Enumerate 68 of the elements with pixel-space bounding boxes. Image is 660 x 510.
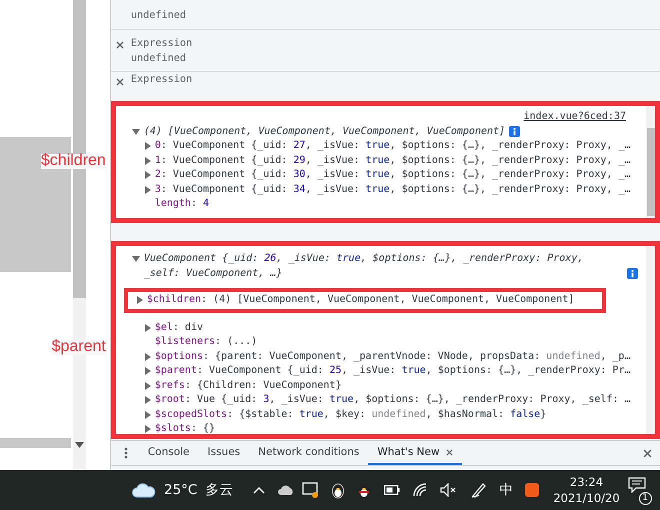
expression-value: undefined: [130, 52, 188, 64]
property-line: 2: VueComponent {_uid: 30, _isVue: true, $options: {…}, _renderProxy: Proxy, _…: [154, 168, 630, 182]
close-icon[interactable]: [446, 448, 453, 456]
expand-triangle-icon[interactable]: [144, 352, 152, 361]
battery-icon[interactable]: [384, 485, 400, 495]
wifi-icon[interactable]: [413, 483, 428, 497]
expand-triangle-icon[interactable]: [144, 382, 152, 390]
cloud-icon[interactable]: [132, 482, 156, 498]
scroll-down-icon[interactable]: [75, 442, 84, 448]
cloud-icon[interactable]: [277, 484, 296, 496]
expand-triangle-icon[interactable]: [144, 142, 152, 150]
clock-time[interactable]: 23:24: [570, 474, 604, 490]
drawer-tab[interactable]: What's New: [368, 441, 462, 465]
info-icon: [509, 126, 520, 137]
notification-count: 1: [638, 492, 652, 505]
annotation-label: $children: [40, 154, 106, 168]
expand-triangle-icon[interactable]: [144, 425, 152, 434]
expression-name: Expression: [130, 38, 194, 48]
expression-name: Expression: [130, 74, 194, 85]
expand-triangle-icon[interactable]: [144, 171, 152, 180]
close-icon[interactable]: [643, 448, 652, 458]
expand-triangle-icon[interactable]: [132, 255, 140, 263]
expand-triangle-icon[interactable]: [144, 396, 152, 404]
expand-triangle-icon[interactable]: [144, 324, 152, 332]
close-icon[interactable]: [116, 78, 124, 86]
expand-triangle-icon[interactable]: [144, 367, 152, 376]
expression-value: undefined: [130, 10, 188, 21]
monitor-icon[interactable]: [302, 482, 320, 498]
property-line: $refs: {Children: VueComponent}: [154, 378, 342, 392]
drawer-tab[interactable]: Issues: [198, 441, 250, 465]
property-line: $children: (4) [VueComponent, VueComponent, VueComponent, VueComponent]: [146, 293, 574, 307]
more-menu-icon[interactable]: [124, 447, 128, 459]
info-icon: [627, 268, 638, 279]
drawer-tab[interactable]: Console: [138, 441, 199, 465]
property-line: $options: {parent: VueComponent, _parentVnode: VNode, propsData: undefined, _p…: [154, 350, 630, 364]
console-scrollbar[interactable]: [646, 246, 655, 434]
property-line: $el: div: [154, 320, 203, 334]
drawer-tab[interactable]: Network conditions: [249, 441, 368, 465]
expand-triangle-icon[interactable]: [144, 410, 152, 419]
object-summary: VueComponent {_uid: 26, _isVue: true, $options: {…}, _renderProxy: Proxy, _self: VueComponent, …}: [144, 252, 584, 280]
property-line: $slots: {}: [154, 422, 216, 436]
expand-triangle-icon[interactable]: [144, 156, 152, 165]
close-icon[interactable]: [116, 41, 124, 49]
speaker-muted-icon[interactable]: [440, 483, 458, 497]
expand-triangle-icon[interactable]: [136, 296, 144, 304]
object-summary: (4) [VueComponent, VueComponent, VueComponent, VueComponent]: [144, 124, 506, 138]
property-line: $parent: VueComponent {_uid: 25, _isVue: true, $options: {…}, _renderProxy: Pr…: [154, 364, 630, 378]
property-line: $scopedSlots: {$stable: true, $key: undefined, $hasNormal: false}: [154, 408, 546, 422]
app-icon[interactable]: [525, 482, 540, 498]
expand-triangle-icon[interactable]: [144, 186, 152, 194]
chevron-up-icon[interactable]: [253, 486, 266, 494]
property-line: 0: VueComponent {_uid: 27, _isVue: true, $options: {…}, _renderProxy: Proxy, _…: [154, 139, 630, 153]
property-line: 3: VueComponent {_uid: 34, _isVue: true, $options: {…}, _renderProxy: Proxy, _…: [154, 182, 630, 196]
input-method-indicator[interactable]: 中: [499, 481, 514, 499]
expand-triangle-icon[interactable]: [132, 128, 140, 136]
property-line: $listeners: (...): [154, 335, 258, 349]
annotation-label: $parent: [52, 340, 106, 354]
console-scrollbar[interactable]: [646, 106, 655, 218]
property-line: 1: VueComponent {_uid: 29, _isVue: true, $options: {…}, _renderProxy: Proxy, _…: [154, 154, 630, 168]
property-line: $root: Vue {_uid: 3, _isVue: true, $options: {…}, _renderProxy: Proxy, _self: …: [154, 393, 631, 407]
penguin-icon[interactable]: [331, 482, 346, 498]
temperature: 25°C: [164, 482, 198, 498]
horizontal-scrollbar[interactable]: [0, 438, 71, 448]
source-link[interactable]: index.vue?6ced:37: [524, 111, 626, 122]
property-line: length: 4: [154, 197, 210, 211]
pen-icon[interactable]: [471, 482, 488, 498]
clock-date[interactable]: 2021/10/20: [553, 490, 620, 506]
weather-condition: 多云: [205, 481, 234, 499]
